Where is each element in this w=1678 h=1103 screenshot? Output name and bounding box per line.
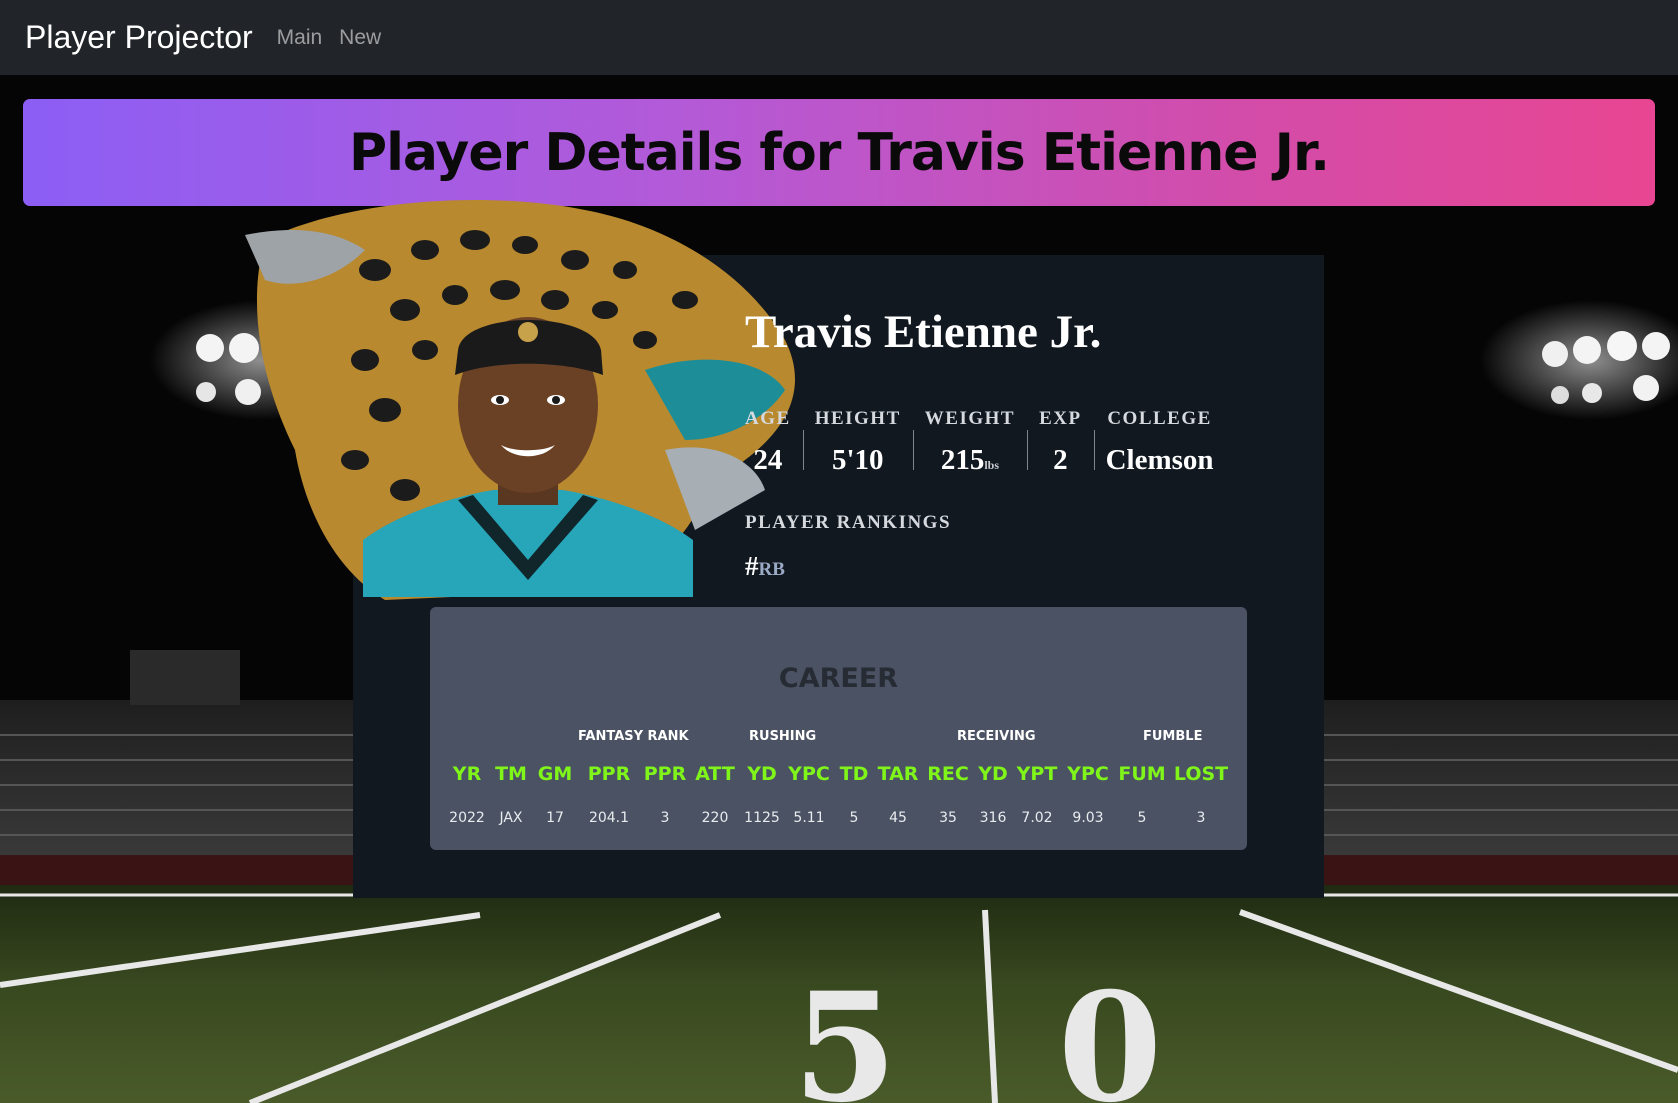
career-cell: 17: [546, 810, 564, 826]
weight-unit: lbs: [984, 458, 1000, 472]
career-column-header: TAR: [877, 763, 919, 785]
rank-position: RB: [758, 559, 785, 580]
navbar: Player Projector Main New: [0, 0, 1678, 75]
player-photo: [363, 317, 693, 597]
career-group-header: FANTASY RANK: [578, 729, 689, 744]
svg-text:0: 0: [1058, 960, 1162, 1103]
nav-link-main[interactable]: Main: [277, 26, 323, 50]
career-panel: CAREER FANTASY RANK RUSHING RECEIVING FUMBL…: [430, 607, 1247, 850]
career-cell: 3: [660, 810, 670, 826]
stat-value: 2: [1039, 444, 1082, 477]
stat-label: WEIGHT: [924, 408, 1016, 429]
career-cell: 2022: [449, 810, 485, 826]
career-cell: 9.03: [1072, 810, 1104, 826]
career-column-header: YR: [452, 763, 482, 785]
player-bio-stats: AGE 24 HEIGHT 5'10 WEIGHT 215lbs EXP 2 C…: [745, 408, 1226, 477]
career-group-header: RUSHING: [749, 729, 817, 744]
career-group-header: RECEIVING: [957, 729, 1036, 744]
career-column-header: YPT: [1016, 763, 1058, 785]
career-column-header: ATT: [695, 763, 735, 785]
career-column-header: PPR: [587, 763, 631, 785]
svg-text:5: 5: [793, 960, 897, 1103]
rankings-label: PLAYER RANKINGS: [745, 512, 952, 533]
stat-label: COLLEGE: [1107, 408, 1212, 429]
stat-value: 5'10: [815, 444, 901, 477]
career-cell: 5: [1137, 810, 1147, 826]
ranking-line: #RB: [745, 551, 785, 582]
height-value: 5'10: [831, 444, 884, 476]
page-title: Player Details for Travis Etienne Jr.: [349, 122, 1330, 183]
career-column-header: FUM: [1118, 763, 1166, 785]
stat-value: 24: [745, 444, 791, 477]
career-column-header: YPC: [1067, 763, 1109, 785]
career-column-header: YD: [747, 763, 777, 785]
career-column-header: PPR: [643, 763, 687, 785]
career-cell: JAX: [499, 810, 523, 826]
stat-label: EXP: [1039, 408, 1082, 429]
brand-link[interactable]: Player Projector: [25, 19, 253, 56]
career-column-header: TM: [495, 763, 527, 785]
career-column-header: LOST: [1173, 763, 1229, 785]
career-column-header: GM: [537, 763, 573, 785]
age-value: 24: [753, 444, 783, 476]
career-title: CAREER: [778, 663, 899, 694]
career-column-header: YPC: [788, 763, 830, 785]
career-cell: 220: [701, 810, 729, 826]
career-column-header: TD: [839, 763, 869, 785]
stat-value: Clemson: [1106, 444, 1214, 477]
stat-exp: EXP 2: [1027, 408, 1094, 477]
stat-value: 215lbs: [925, 444, 1015, 477]
exp-value: 2: [1053, 444, 1068, 476]
career-cell: 5: [849, 810, 859, 826]
stat-age: AGE 24: [745, 408, 803, 477]
career-cell: 204.1: [588, 810, 630, 826]
career-cell: 3: [1196, 810, 1206, 826]
rank-hash: #: [745, 551, 759, 581]
career-cell: 316: [979, 810, 1007, 826]
weight-value: 215: [940, 444, 985, 476]
stat-height: HEIGHT 5'10: [802, 408, 913, 477]
player-name: Travis Etienne Jr.: [745, 306, 1102, 358]
college-value: Clemson: [1105, 444, 1214, 476]
career-cell: 45: [889, 810, 907, 826]
career-cell: 35: [939, 810, 957, 826]
stat-college: COLLEGE Clemson: [1093, 408, 1226, 477]
career-group-header: FUMBLE: [1143, 729, 1203, 744]
career-cell: 5.11: [793, 810, 825, 826]
career-column-header: YD: [978, 763, 1008, 785]
nav-link-new[interactable]: New: [339, 26, 381, 50]
career-cell: 7.02: [1021, 810, 1053, 826]
stat-label: AGE: [745, 408, 791, 429]
career-cell: 1125: [744, 810, 780, 826]
stat-label: HEIGHT: [814, 408, 901, 429]
stat-weight: WEIGHT 215lbs: [912, 408, 1027, 477]
career-column-header: REC: [927, 763, 969, 785]
